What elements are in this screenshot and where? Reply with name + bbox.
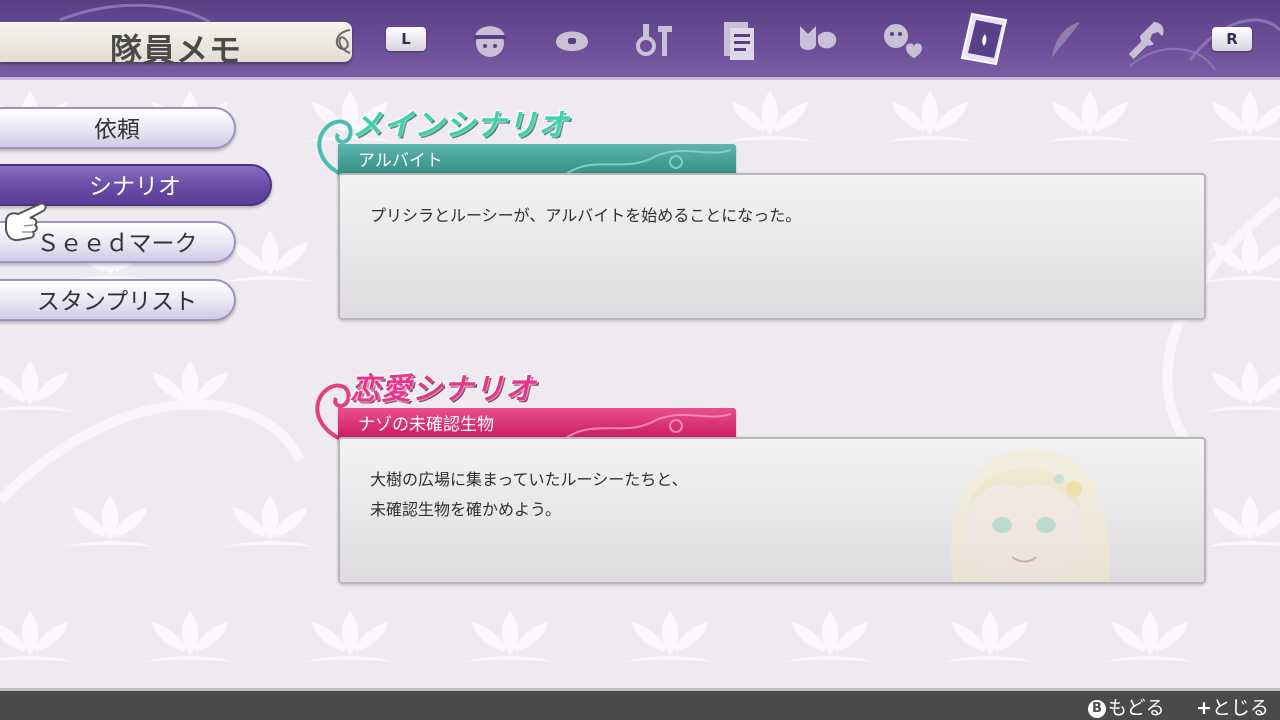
main-scenario-heading: メインシナリオ bbox=[352, 108, 569, 143]
back-hint[interactable]: B もどる bbox=[1088, 693, 1165, 720]
wrench-icon[interactable] bbox=[1124, 18, 1168, 62]
menu-item-label: スタンプリスト bbox=[36, 289, 198, 315]
main-scenario-name: アルバイト bbox=[358, 151, 443, 171]
plus-button-icon: + bbox=[1196, 697, 1212, 719]
quill-icon[interactable] bbox=[1044, 18, 1088, 62]
affection-icon[interactable] bbox=[880, 18, 924, 62]
pointing-hand-cursor-icon bbox=[5, 202, 47, 242]
love-scenario-name: ナゾの未確認生物 bbox=[358, 415, 494, 435]
main-scenario-description-box: プリシラとルーシーが、アルバイトを始めることになった。 bbox=[338, 173, 1206, 320]
l-shoulder-button[interactable]: L bbox=[386, 27, 426, 51]
menu-item-label: 依頼 bbox=[94, 117, 140, 143]
love-scenario-description-line: 大樹の広場に集まっていたルーシーたちと、 bbox=[370, 470, 688, 489]
back-label: もどる bbox=[1108, 697, 1165, 719]
character-icon[interactable] bbox=[468, 18, 512, 62]
pouch-icon[interactable] bbox=[550, 18, 594, 62]
love-scenario-description-box: 大樹の広場に集まっていたルーシーたちと、 未確認生物を確かめよう。 bbox=[338, 437, 1206, 584]
memo-card-icon[interactable] bbox=[958, 10, 1010, 68]
tools-icon[interactable] bbox=[632, 18, 676, 62]
b-button-icon: B bbox=[1088, 700, 1106, 718]
top-navigation-bar: 隊員メモ L R bbox=[0, 0, 1280, 80]
r-shoulder-button[interactable]: R bbox=[1212, 27, 1252, 51]
menu-item-requests[interactable]: 依頼 bbox=[0, 107, 236, 149]
character-portrait bbox=[950, 448, 1110, 582]
close-hint[interactable]: +とじる bbox=[1196, 693, 1269, 720]
main-scenario-description-line: プリシラとルーシーが、アルバイトを始めることになった。 bbox=[370, 206, 802, 225]
monsters-icon[interactable] bbox=[796, 18, 840, 62]
ampersand-ornament-icon bbox=[335, 29, 351, 54]
document-icon[interactable] bbox=[716, 18, 760, 62]
love-scenario-heading: 恋愛シナリオ bbox=[350, 372, 536, 407]
menu-item-stamp-list[interactable]: スタンプリスト bbox=[0, 279, 236, 321]
close-label: とじる bbox=[1211, 697, 1269, 719]
page-title: 隊員メモ bbox=[110, 31, 243, 69]
love-scenario-description-line: 未確認生物を確かめよう。 bbox=[370, 500, 562, 519]
menu-item-label: シナリオ bbox=[89, 174, 181, 200]
bottom-hint-bar: B もどる +とじる bbox=[0, 688, 1280, 720]
